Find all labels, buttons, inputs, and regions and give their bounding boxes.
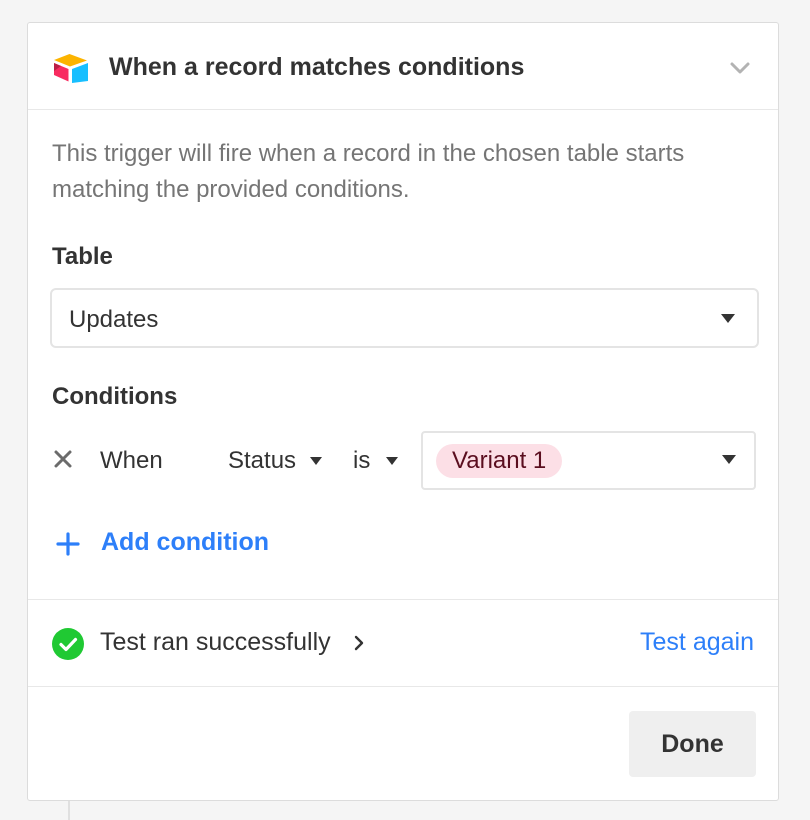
success-check-icon	[52, 628, 84, 660]
trigger-header[interactable]: When a record matches conditions	[28, 23, 778, 110]
test-result-section: Test ran successfully Test again	[28, 599, 778, 687]
caret-down-icon	[386, 457, 399, 465]
condition-prefix: When	[100, 447, 163, 474]
chevron-right-icon	[354, 636, 363, 651]
trigger-title: When a record matches conditions	[109, 53, 525, 81]
page: { "header": { "title": "When a record ma…	[0, 0, 810, 820]
value-pill: Variant 1	[436, 444, 563, 478]
trigger-description: This trigger will fire when a record in …	[52, 140, 685, 203]
condition-row: When Status is Variant 1	[28, 429, 780, 491]
done-button[interactable]: Done	[629, 711, 756, 777]
remove-condition-icon[interactable]	[52, 448, 74, 470]
chevron-down-icon[interactable]	[728, 56, 752, 80]
trigger-card: When a record matches conditions This tr…	[27, 22, 779, 801]
condition-operator-select[interactable]: is	[353, 447, 399, 475]
airtable-logo-icon	[54, 54, 88, 83]
caret-down-icon	[310, 457, 323, 465]
test-status-text: Test ran successfully	[100, 628, 331, 656]
table-select-value: Updates	[69, 306, 159, 333]
condition-field-select[interactable]: Status	[228, 447, 323, 475]
caret-down-icon	[721, 314, 735, 323]
flow-connector-line	[68, 800, 70, 820]
plus-icon	[56, 532, 80, 556]
condition-field-label: Status	[228, 447, 297, 474]
add-condition-label: Add condition	[101, 528, 270, 556]
test-status-link[interactable]: Test ran successfully	[100, 628, 366, 657]
table-select[interactable]: Updates	[50, 288, 759, 348]
condition-operator-label: is	[353, 447, 371, 474]
condition-value-select[interactable]: Variant 1	[421, 431, 756, 490]
test-again-link[interactable]: Test again	[640, 628, 754, 657]
table-label: Table	[52, 243, 113, 270]
caret-down-icon	[722, 455, 736, 464]
conditions-label: Conditions	[52, 383, 178, 410]
